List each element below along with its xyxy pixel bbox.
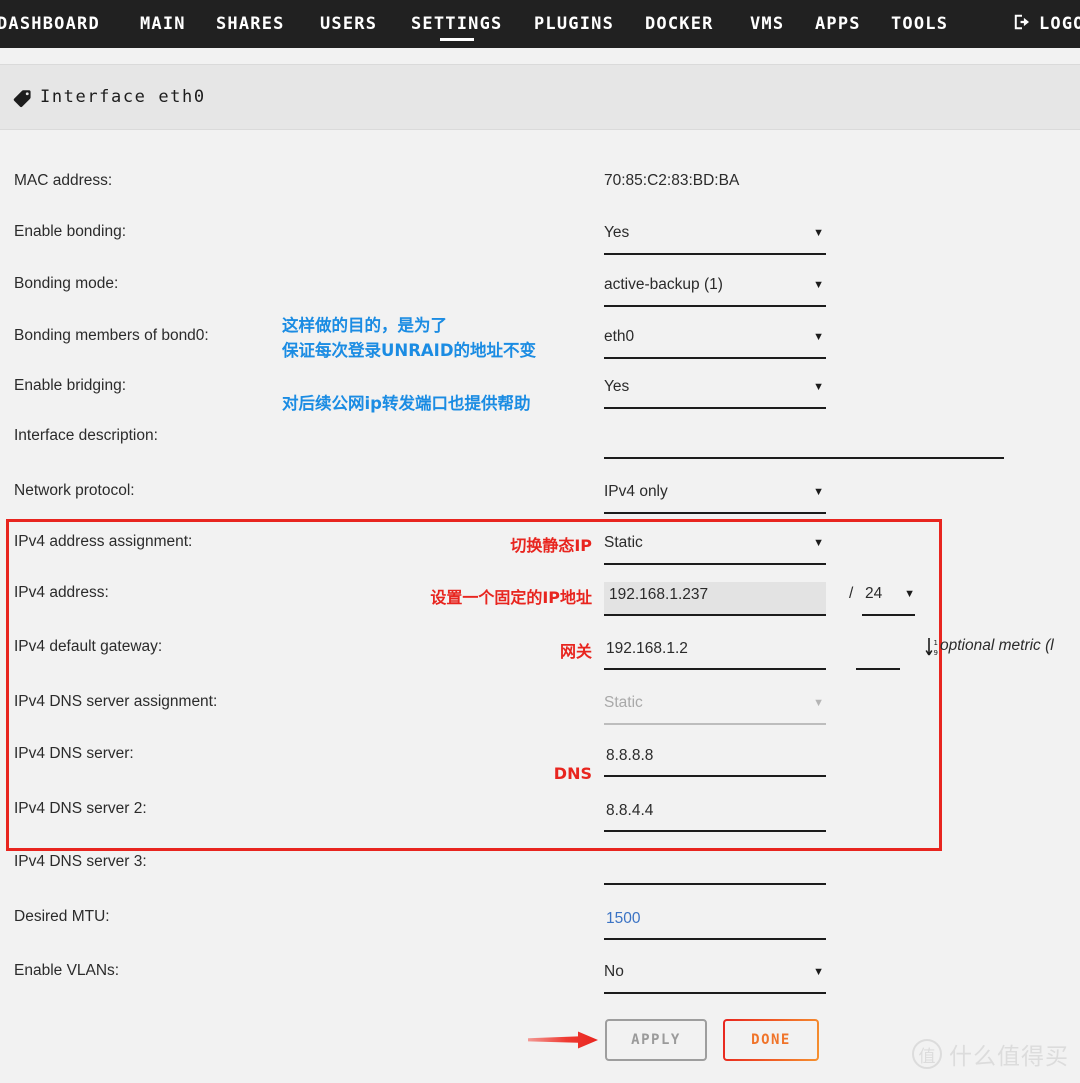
input-desired-mtu[interactable]: 1500: [604, 906, 826, 940]
form-row-label: Bonding members of bond0:: [14, 327, 209, 344]
chevron-down-icon: ▼: [813, 966, 824, 978]
input-ipv4-default-gateway[interactable]: 192.168.1.2: [604, 636, 826, 670]
annotation-red-1: 设置一个固定的IP地址: [430, 588, 592, 607]
form-row-label: Bonding mode:: [14, 275, 119, 292]
input-value: 8.8.8.8: [606, 747, 654, 764]
chevron-down-icon: ▼: [813, 227, 824, 239]
form-row-label: Interface description:: [14, 427, 158, 444]
cidr-underline: [862, 614, 915, 616]
form-row: IPv4 DNS server 3:: [0, 851, 1080, 891]
form-row: Desired MTU: 1500: [0, 906, 1080, 946]
input-ipv4-dns-server-3[interactable]: [604, 851, 826, 885]
annotation-red-3: DNS: [553, 764, 592, 783]
select-ipv4-address-assignment[interactable]: Static ▼: [604, 531, 826, 565]
watermark: 值 什么值得买: [912, 1037, 1069, 1071]
select-bonding-mode[interactable]: active-backup (1) ▼: [604, 273, 826, 307]
form-row: Enable bridging: Yes ▼: [0, 375, 1080, 415]
annotation-blue-0: 这样做的目的，是为了: [282, 316, 447, 335]
select-bonding-members-of-bond0[interactable]: eth0 ▼: [604, 325, 826, 359]
select-value: No: [604, 963, 624, 980]
form-row-label: Enable bridging:: [14, 377, 127, 394]
watermark-text: 什么值得买: [949, 1044, 1069, 1070]
input-ipv4-address[interactable]: 192.168.1.237: [604, 582, 826, 616]
input-value: 192.168.1.2: [606, 640, 688, 657]
form-row-label: IPv4 DNS server 2:: [14, 800, 147, 817]
form-row-label: IPv4 address:: [14, 584, 109, 601]
form-row-label: IPv4 address assignment:: [14, 533, 193, 550]
form-row-label: IPv4 DNS server 3:: [14, 853, 147, 870]
select-value: active-backup (1): [604, 276, 723, 293]
chevron-down-icon: ▼: [813, 486, 824, 498]
annotation-blue-2: 对后续公网ip转发端口也提供帮助: [282, 394, 531, 413]
select-enable-vlans[interactable]: No ▼: [604, 960, 826, 994]
form-row-label: IPv4 DNS server:: [14, 745, 134, 762]
form-row: MAC address: 70:85:C2:83:BD:BA: [0, 170, 1080, 210]
select-value: Yes: [604, 378, 630, 395]
metric-input[interactable]: [856, 640, 900, 670]
form-row: Bonding mode: active-backup (1) ▼: [0, 273, 1080, 313]
input-value: 8.8.4.4: [606, 802, 654, 819]
metric-hint-text: optional metric (l: [940, 637, 1054, 654]
chevron-down-icon: ▼: [813, 331, 824, 343]
done-button[interactable]: DONE: [723, 1019, 819, 1061]
form-row-label: IPv4 DNS server assignment:: [14, 693, 218, 710]
input-value: 192.168.1.237: [609, 586, 709, 603]
select-value: Static: [604, 694, 643, 711]
form-row-label: Enable bonding:: [14, 223, 127, 240]
form-row-label: MAC address:: [14, 172, 113, 189]
form-row: Network protocol: IPv4 only ▼: [0, 480, 1080, 520]
input-value: 1500: [606, 910, 641, 927]
form-row: Interface description:: [0, 425, 1080, 465]
chevron-down-icon: ▼: [904, 588, 915, 600]
select-value: IPv4 only: [604, 483, 668, 500]
svg-text:1: 1: [934, 639, 938, 647]
form-row-label: Network protocol:: [14, 482, 135, 499]
chevron-down-icon: ▼: [813, 279, 824, 291]
input-ipv4-dns-server-2[interactable]: 8.8.4.4: [604, 798, 826, 832]
apply-button[interactable]: APPLY: [605, 1019, 707, 1061]
annotation-red-0: 切换静态IP: [510, 536, 592, 555]
select-enable-bridging[interactable]: Yes ▼: [604, 375, 826, 409]
cidr-value: 24: [865, 585, 883, 602]
form-row: IPv4 DNS server assignment: Static ▼: [0, 691, 1080, 731]
form-row-label: Desired MTU:: [14, 908, 110, 925]
select-ipv4-dns-server-assignment[interactable]: Static ▼: [604, 691, 826, 725]
select-enable-bonding[interactable]: Yes ▼: [604, 221, 826, 255]
cidr-prefix-select[interactable]: / 24 ▼: [849, 582, 915, 616]
sort-numeric-icon: 1 9: [925, 638, 938, 657]
form-row: Enable VLANs: No ▼: [0, 960, 1080, 1000]
value-mac-address: 70:85:C2:83:BD:BA: [604, 172, 740, 189]
apply-arrow-annotation: [528, 1031, 598, 1049]
form-row-label: Enable VLANs:: [14, 962, 120, 979]
form-row-label: IPv4 default gateway:: [14, 638, 163, 655]
svg-text:9: 9: [934, 649, 938, 657]
form-row: Enable bonding: Yes ▼: [0, 221, 1080, 261]
chevron-down-icon: ▼: [813, 381, 824, 393]
select-value: Yes: [604, 224, 630, 241]
input-ipv4-dns-server[interactable]: 8.8.8.8: [604, 743, 826, 777]
select-network-protocol[interactable]: IPv4 only ▼: [604, 480, 826, 514]
cidr-slash: /: [849, 585, 854, 602]
annotation-blue-1: 保证每次登录UNRAID的地址不变: [282, 341, 537, 360]
watermark-logo: 值: [912, 1039, 942, 1069]
select-value: eth0: [604, 328, 635, 345]
chevron-down-icon: ▼: [813, 697, 824, 709]
form-row: Bonding members of bond0: eth0 ▼: [0, 325, 1080, 365]
annotation-red-2: 网关: [559, 642, 592, 661]
select-value: Static: [604, 534, 643, 551]
form-row: IPv4 DNS server 2: 8.8.4.4: [0, 798, 1080, 838]
chevron-down-icon: ▼: [813, 537, 824, 549]
input-interface-description[interactable]: [604, 425, 1004, 459]
